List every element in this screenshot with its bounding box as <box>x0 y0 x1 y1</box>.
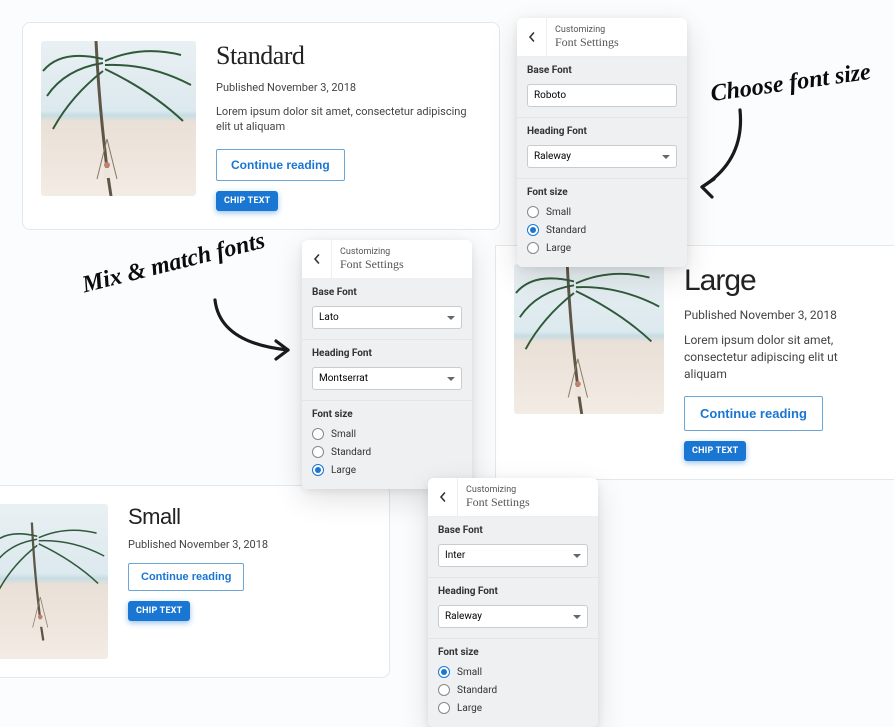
heading-font-select[interactable]: Raleway <box>527 145 677 168</box>
radio-label: Large <box>457 703 482 714</box>
article-thumbnail <box>41 41 196 196</box>
arrow-icon <box>690 105 750 205</box>
published-date: Published November 3, 2018 <box>216 81 481 94</box>
article-title: Standard <box>216 41 481 71</box>
font-size-standard-radio[interactable]: Standard <box>312 443 462 461</box>
preview-card-large: Large Published November 3, 2018 Lorem i… <box>495 245 894 480</box>
font-size-large-radio[interactable]: Large <box>312 461 462 479</box>
radio-label: Standard <box>331 447 371 458</box>
article-thumbnail <box>0 504 108 659</box>
heading-font-select[interactable]: Montserrat <box>312 367 462 390</box>
customizer-panel: Customizing Font Settings Base Font Robo… <box>517 18 687 267</box>
article-title: Large <box>684 264 877 298</box>
customizer-panel: Customizing Font Settings Base Font Inte… <box>428 478 598 727</box>
continue-reading-button[interactable]: Continue reading <box>128 563 244 591</box>
panel-supertitle: Customizing <box>340 247 404 257</box>
select-value: Inter <box>445 550 465 561</box>
continue-reading-button[interactable]: Continue reading <box>216 149 345 181</box>
radio-icon <box>438 666 450 678</box>
select-value: Raleway <box>534 151 571 162</box>
back-button[interactable] <box>517 18 547 56</box>
article-thumbnail <box>514 264 664 414</box>
radio-label: Large <box>546 243 571 254</box>
panel-title: Font Settings <box>555 35 619 50</box>
base-font-select[interactable]: Lato <box>312 306 462 329</box>
select-value: Roboto <box>534 90 566 101</box>
radio-label: Small <box>457 667 482 678</box>
font-size-label: Font size <box>527 187 677 198</box>
panel-title: Font Settings <box>340 257 404 272</box>
chip-text-button[interactable]: CHIP TEXT <box>684 441 746 461</box>
base-font-label: Base Font <box>527 65 677 76</box>
radio-icon <box>312 446 324 458</box>
radio-label: Large <box>331 465 356 476</box>
radio-icon <box>527 242 539 254</box>
published-date: Published November 3, 2018 <box>128 538 268 551</box>
font-size-small-radio[interactable]: Small <box>527 203 677 221</box>
radio-icon <box>438 684 450 696</box>
radio-icon <box>312 464 324 476</box>
published-date: Published November 3, 2018 <box>684 308 877 322</box>
base-font-select[interactable]: Roboto <box>527 84 677 107</box>
chevron-left-icon <box>527 32 537 42</box>
customizer-panel: Customizing Font Settings Base Font Lato… <box>302 240 472 489</box>
arrow-icon <box>210 295 300 365</box>
heading-font-select[interactable]: Raleway <box>438 605 588 628</box>
font-size-label: Font size <box>312 409 462 420</box>
font-size-small-radio[interactable]: Small <box>438 663 588 681</box>
chevron-down-icon <box>573 554 581 558</box>
radio-label: Small <box>331 429 356 440</box>
font-size-standard-radio[interactable]: Standard <box>438 681 588 699</box>
radio-label: Standard <box>546 225 586 236</box>
panel-title: Font Settings <box>466 495 530 510</box>
chip-text-button[interactable]: CHIP TEXT <box>128 601 190 621</box>
font-size-standard-radio[interactable]: Standard <box>527 221 677 239</box>
font-size-label: Font size <box>438 647 588 658</box>
heading-font-label: Heading Font <box>438 586 588 597</box>
font-size-small-radio[interactable]: Small <box>312 425 462 443</box>
radio-label: Small <box>546 207 571 218</box>
back-button[interactable] <box>302 240 332 278</box>
radio-icon <box>527 206 539 218</box>
article-excerpt: Lorem ipsum dolor sit amet, consectetur … <box>684 332 877 382</box>
radio-label: Standard <box>457 685 497 696</box>
annotation-choose-font-size: Choose font size <box>709 59 873 108</box>
base-font-label: Base Font <box>312 287 462 298</box>
base-font-select[interactable]: Inter <box>438 544 588 567</box>
chevron-down-icon <box>447 316 455 320</box>
article-excerpt: Lorem ipsum dolor sit amet, consectetur … <box>216 104 481 135</box>
chevron-down-icon <box>662 155 670 159</box>
heading-font-label: Heading Font <box>527 126 677 137</box>
font-size-large-radio[interactable]: Large <box>438 699 588 717</box>
article-title: Small <box>128 504 268 530</box>
base-font-label: Base Font <box>438 525 588 536</box>
chevron-left-icon <box>438 492 448 502</box>
panel-supertitle: Customizing <box>466 485 530 495</box>
annotation-mix-match-fonts: Mix & match fonts <box>80 228 268 300</box>
continue-reading-button[interactable]: Continue reading <box>684 396 823 431</box>
font-size-large-radio[interactable]: Large <box>527 239 677 257</box>
select-value: Montserrat <box>319 373 368 384</box>
radio-icon <box>312 428 324 440</box>
radio-icon <box>527 224 539 236</box>
chevron-down-icon <box>573 615 581 619</box>
heading-font-label: Heading Font <box>312 348 462 359</box>
back-button[interactable] <box>428 478 458 516</box>
preview-card-small: Small Published November 3, 2018 Continu… <box>0 485 390 678</box>
preview-card-standard: Standard Published November 3, 2018 Lore… <box>22 22 500 230</box>
select-value: Raleway <box>445 611 482 622</box>
chevron-left-icon <box>312 254 322 264</box>
panel-supertitle: Customizing <box>555 25 619 35</box>
chip-text-button[interactable]: CHIP TEXT <box>216 191 278 211</box>
chevron-down-icon <box>447 377 455 381</box>
select-value: Lato <box>319 312 339 323</box>
